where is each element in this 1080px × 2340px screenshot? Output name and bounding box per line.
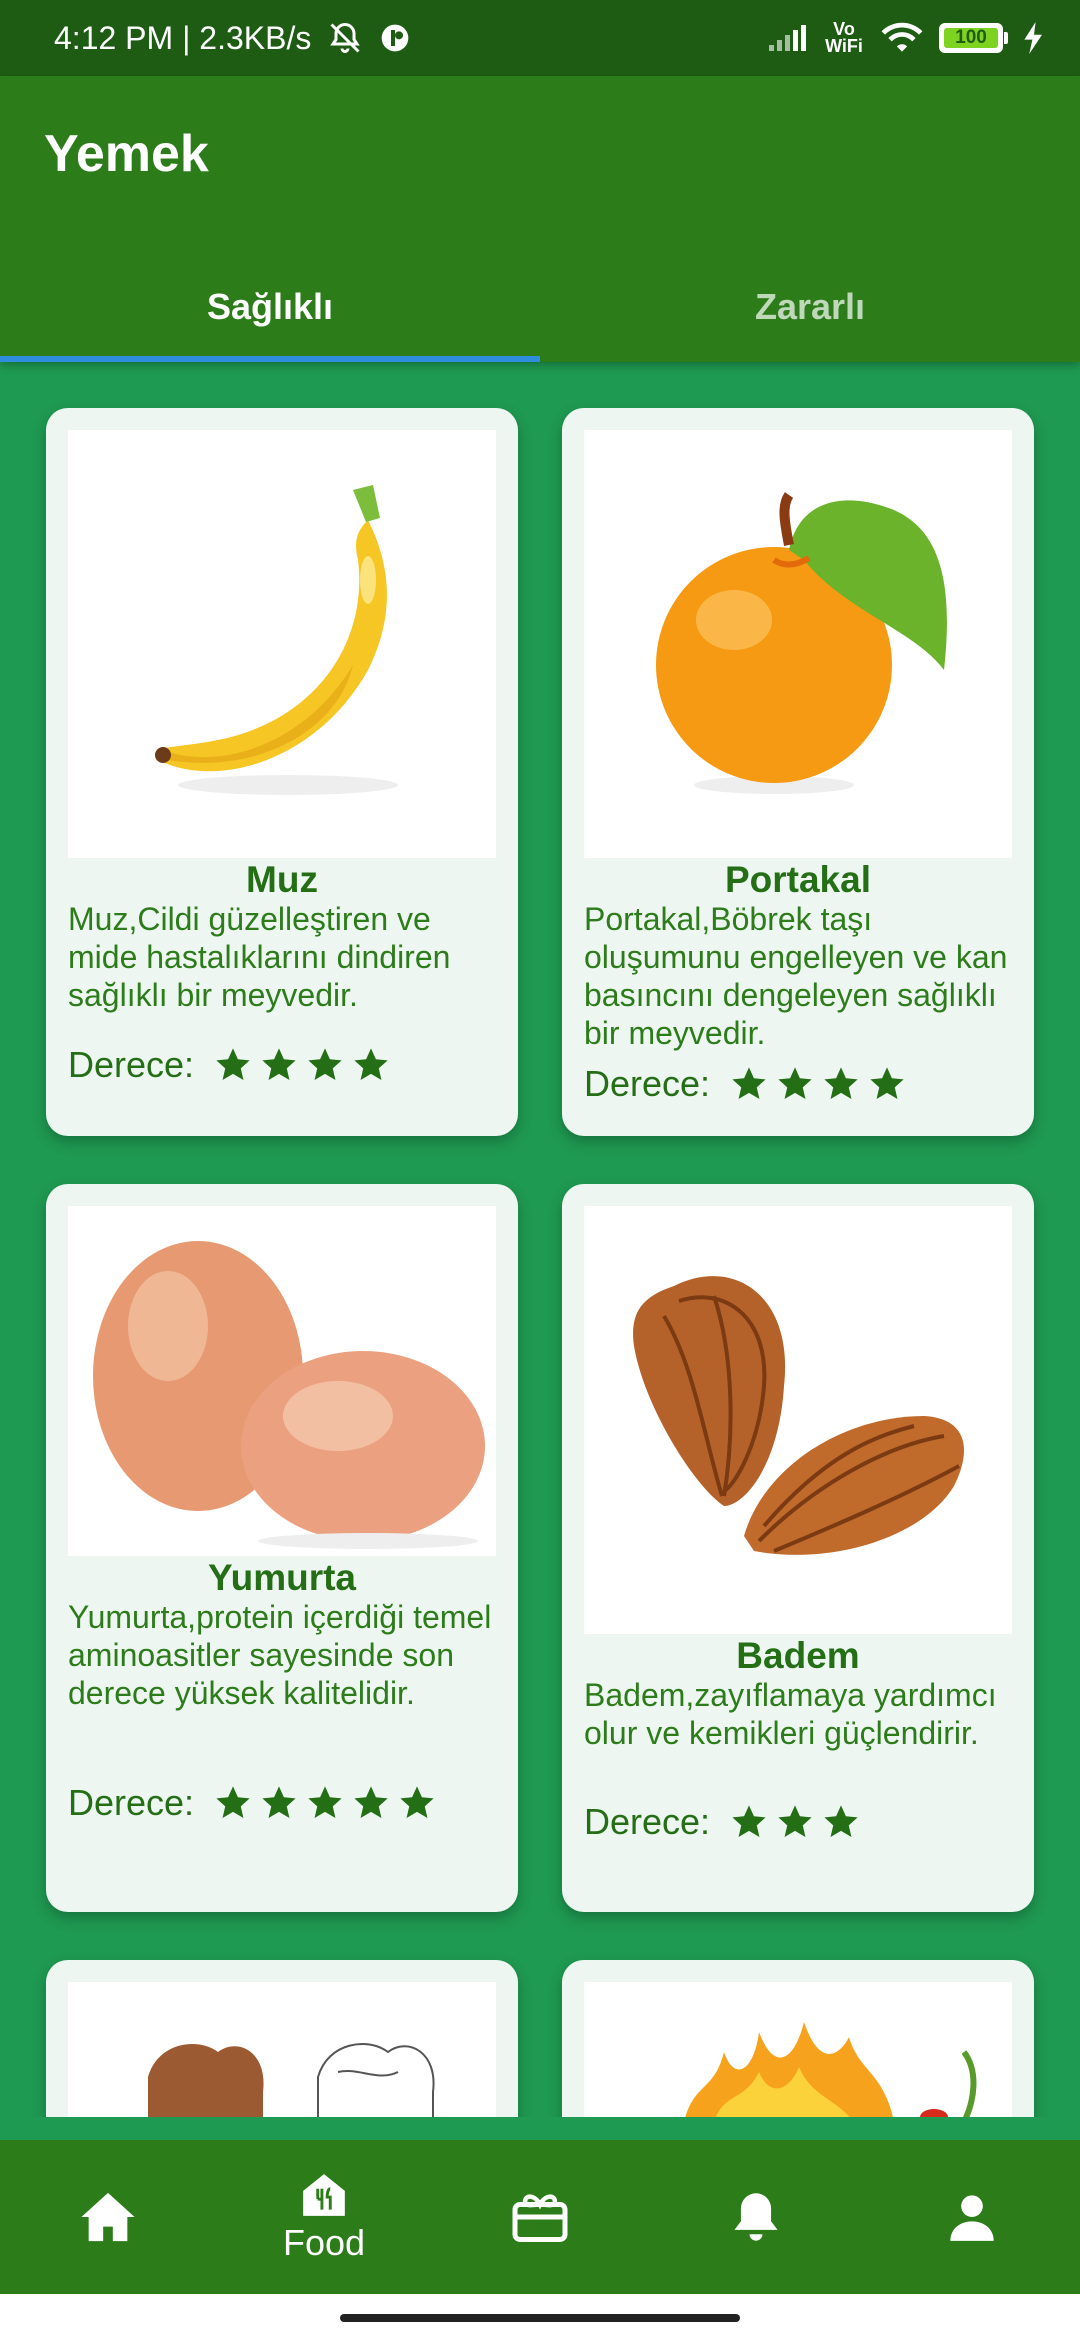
star-icon (400, 1786, 434, 1819)
nav-notifications[interactable] (648, 2140, 864, 2294)
rating-stars (730, 1065, 906, 1103)
rating-stars (730, 1803, 860, 1841)
food-icon (303, 2174, 345, 2216)
star-icon (354, 1786, 388, 1819)
nav-home[interactable] (0, 2140, 216, 2294)
app-bar: Yemek Sağlıklı Zararlı (0, 76, 1080, 362)
food-name: Muz (246, 859, 318, 900)
rating-row: Derece: (68, 1782, 436, 1824)
star-icon (308, 1786, 342, 1819)
star-icon (778, 1067, 812, 1100)
food-card-muz[interactable]: Muz Muz,Cildi güzelleştiren ve mide hast… (46, 408, 518, 1136)
home-icon (81, 2192, 135, 2242)
food-card-yumurta[interactable]: Yumurta Yumurta,protein içerdiği temel a… (46, 1184, 518, 1912)
food-description: Yumurta,protein içerdiği temel aminoasit… (68, 1599, 492, 1711)
star-icon (732, 1805, 766, 1838)
star-icon (732, 1067, 766, 1100)
rating-stars (214, 1784, 436, 1822)
food-card-partial-pepper[interactable] (562, 1960, 1034, 2117)
vowifi-indicator: Vo WiFi (825, 19, 863, 56)
rating-row: Derece: (584, 1801, 860, 1843)
food-name: Yumurta (207, 1557, 357, 1598)
food-description: Badem,zayıflamaya yardımcı olur ve kemik… (584, 1677, 997, 1751)
home-indicator[interactable] (340, 2314, 740, 2322)
nav-food-label: Food (282, 2222, 366, 2263)
page-title: Yemek (44, 125, 209, 183)
food-card-portakal[interactable]: Portakal Portakal,Böbrek taşı oluşumunu … (562, 408, 1034, 1136)
walnut-image (68, 1982, 496, 2117)
battery-level: 100 (955, 27, 987, 48)
gift-card-icon (512, 2194, 568, 2242)
rating-label: Derece: (584, 1063, 711, 1104)
food-name: Badem (736, 1635, 860, 1676)
bottom-nav: Food (0, 2140, 1080, 2294)
wifi-icon (881, 21, 923, 55)
rating-row: Derece: (68, 1044, 390, 1086)
gesture-bar (0, 2294, 1080, 2340)
circle-app-icon (379, 22, 411, 54)
status-bar: 4:12 PM | 2.3KB/s Vo WiFi 100 (0, 0, 1080, 76)
person-icon (950, 2195, 994, 2241)
food-description: Muz,Cildi güzelleştiren ve mide hastalık… (68, 901, 451, 1013)
mute-bell-icon (327, 20, 363, 56)
almonds-image (584, 1206, 1012, 1634)
rating-label: Derece: (68, 1782, 195, 1823)
orange-image (584, 430, 1012, 858)
star-icon (216, 1048, 250, 1081)
food-description: Portakal,Böbrek taşı oluşumunu engelleye… (584, 901, 1008, 1051)
star-icon (216, 1786, 250, 1819)
star-icon (354, 1048, 388, 1081)
banana-image (68, 430, 496, 858)
star-icon (870, 1067, 904, 1100)
star-icon (308, 1048, 342, 1081)
rating-row: Derece: (584, 1063, 906, 1105)
tab-saglikli[interactable]: Sağlıklı (0, 252, 540, 362)
eggs-image (68, 1206, 496, 1556)
star-icon (262, 1786, 296, 1819)
star-icon (778, 1805, 812, 1838)
star-icon (262, 1048, 296, 1081)
fire-pepper-image (584, 1982, 1012, 2117)
food-grid[interactable]: Muz Muz,Cildi güzelleştiren ve mide hast… (0, 362, 1080, 2117)
battery-icon: 100 (939, 23, 1008, 53)
food-card-badem[interactable]: Badem Badem,zayıflamaya yardımcı olur ve… (562, 1184, 1034, 1912)
food-name: Portakal (724, 859, 871, 900)
status-time-speed: 4:12 PM | 2.3KB/s (54, 19, 312, 56)
bell-icon (734, 2193, 778, 2241)
charging-icon (1024, 22, 1044, 54)
food-card-partial-walnut[interactable] (46, 1960, 518, 2117)
star-icon (824, 1067, 858, 1100)
nav-food[interactable]: Food (216, 2140, 432, 2294)
rating-label: Derece: (68, 1044, 195, 1085)
nav-gift[interactable] (432, 2140, 648, 2294)
rating-label: Derece: (584, 1801, 711, 1842)
star-icon (824, 1805, 858, 1838)
signal-icon (767, 23, 807, 53)
nav-profile[interactable] (864, 2140, 1080, 2294)
tab-bar: Sağlıklı Zararlı (0, 252, 1080, 362)
tab-zararli[interactable]: Zararlı (540, 252, 1080, 362)
rating-stars (214, 1046, 390, 1084)
